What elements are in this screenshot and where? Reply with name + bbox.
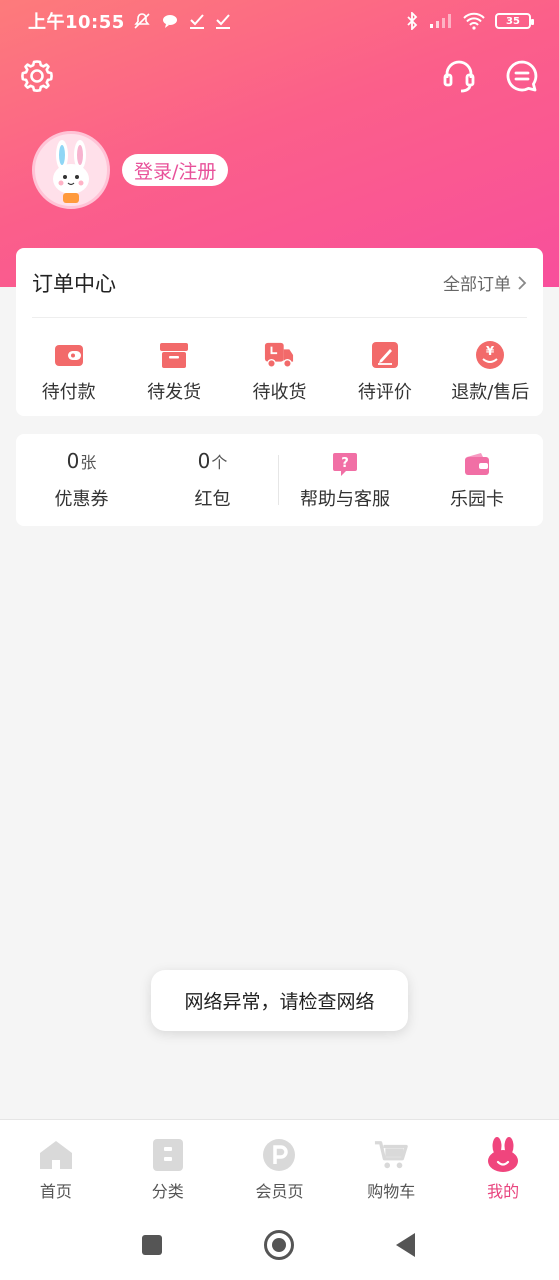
battery-icon: 35 [495,13,534,29]
back-triangle-icon [396,1233,415,1257]
bluetooth-icon [407,12,418,30]
status-bar: 上午10:55 35 [0,0,559,42]
tab-cart[interactable]: 购物车 [335,1120,447,1211]
svg-text:¥: ¥ [486,344,495,358]
park-card-entry[interactable]: 乐园卡 [411,434,543,526]
check-icon [189,14,204,29]
coupon-entry[interactable]: 0张 优惠券 [16,434,147,526]
assets-card: 0张 优惠券 0个 红包 ? 帮助与客服 乐园卡 [16,434,543,526]
redpacket-count: 0个 [198,449,228,479]
bunny-avatar-icon [53,140,89,203]
redpacket-entry[interactable]: 0个 红包 [147,434,278,526]
status-time: 上午10:55 [28,12,125,33]
tab-member[interactable]: 会员页 [224,1120,336,1211]
card-wallet-icon [464,449,490,479]
tab-category[interactable]: 分类 [112,1120,224,1211]
park-card-label: 乐园卡 [450,489,504,510]
system-status: 35 [405,12,534,30]
gear-icon [21,60,53,92]
order-item-label: 待评价 [357,382,412,403]
back-nav-button[interactable] [388,1227,424,1263]
member-icon [262,1138,296,1172]
bottom-tab-bar: 首页 分类 会员页 购物车 我的 [0,1119,559,1211]
login-register-button[interactable]: 登录/注册 [122,154,229,186]
pen-icon [370,340,400,370]
help-service-entry[interactable]: ? 帮助与客服 [279,434,411,526]
truck-icon [264,340,294,370]
tab-label: 我的 [487,1182,520,1201]
tab-mine[interactable]: 我的 [447,1120,559,1211]
order-center-header: 订单中心 全部订单 [32,248,527,318]
profile-section: 登录/注册 [32,131,229,209]
system-nav-bar [0,1211,559,1280]
order-pending-review[interactable]: 待评价 [335,340,435,404]
box-icon [159,340,189,370]
order-center-title: 订单中心 [32,271,116,296]
question-icon: ? [332,449,358,479]
order-item-label: 退款/售后 [451,382,530,403]
bunny-icon [486,1137,520,1172]
all-orders-label: 全部订单 [443,275,511,295]
cart-icon [374,1138,409,1172]
order-pending-receipt[interactable]: 待收货 [229,340,329,404]
order-item-label: 待发货 [147,382,202,403]
headset-icon [443,60,475,93]
order-center-card: 订单中心 全部订单 待付款 待发货 待收货 待评价 ¥ 退款/售后 [16,248,543,416]
help-service-label: 帮助与客服 [300,489,390,510]
all-orders-link[interactable]: 全部订单 [443,270,527,295]
order-refund-aftersale[interactable]: ¥ 退款/售后 [440,340,540,404]
wifi-icon [463,12,485,30]
check-icon [215,14,230,29]
tab-label: 会员页 [255,1182,304,1201]
avatar[interactable] [32,131,110,209]
message-button[interactable] [502,56,542,96]
home-icon [39,1138,73,1172]
coupon-count: 0张 [67,449,97,479]
mute-icon [134,13,150,29]
notification-icons [133,12,231,30]
tab-home[interactable]: 首页 [0,1120,112,1211]
coupon-unit: 张 [80,453,97,472]
redpacket-value: 0 [197,449,211,473]
order-pending-payment[interactable]: 待付款 [19,340,119,404]
message-icon [506,60,538,92]
coupon-label: 优惠券 [54,489,109,510]
order-item-label: 待收货 [252,382,307,403]
tab-label: 首页 [39,1182,72,1201]
circle-home-icon [264,1230,294,1260]
signal-icon [430,14,451,28]
home-nav-button[interactable] [261,1227,297,1263]
svg-text:?: ? [341,456,349,471]
tab-label: 分类 [151,1182,184,1201]
customer-service-button[interactable] [439,56,479,96]
chat-bubble-icon [162,15,177,28]
network-error-toast: 网络异常，请检查网络 [151,970,408,1031]
recent-apps-button[interactable] [134,1227,170,1263]
square-icon [142,1235,162,1255]
redpacket-label: 红包 [194,489,231,510]
order-pending-shipment[interactable]: 待发货 [124,340,224,404]
settings-button[interactable] [17,56,57,96]
order-item-label: 待付款 [41,382,96,403]
coupon-value: 0 [66,449,80,473]
chevron-right-icon [518,275,527,290]
top-actions [0,56,559,96]
redpacket-unit: 个 [211,453,228,472]
yuan-icon: ¥ [475,340,505,370]
order-status-list: 待付款 待发货 待收货 待评价 ¥ 退款/售后 [16,318,543,404]
wallet-icon [54,340,84,370]
tab-label: 购物车 [367,1182,416,1201]
category-icon [151,1138,185,1172]
